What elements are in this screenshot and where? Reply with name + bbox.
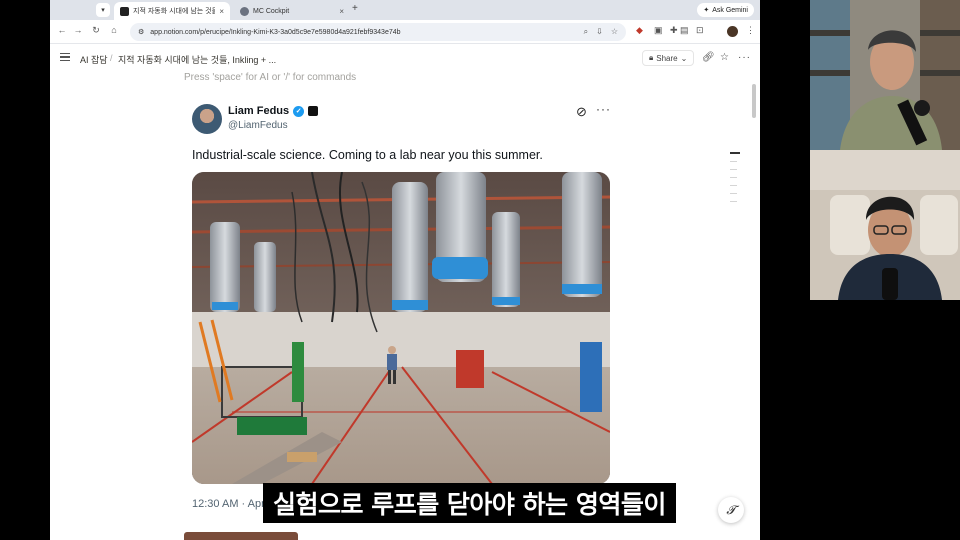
- new-tab-button[interactable]: +: [352, 3, 358, 14]
- author-avatar[interactable]: [192, 104, 222, 134]
- chevron-down-icon: ⌄: [680, 53, 688, 63]
- lock-icon: 🔒︎: [649, 53, 654, 62]
- globe-icon: [240, 6, 249, 16]
- profile-avatar[interactable]: [727, 26, 738, 37]
- tab-bar: ▾ 지적 자동화 시대에 남는 것들, Ink × MC Cockpit × +…: [50, 0, 760, 20]
- browser-window: ▾ 지적 자동화 시대에 남는 것들, Ink × MC Cockpit × +…: [50, 0, 760, 540]
- next-block-thumbnail: [184, 532, 298, 540]
- downloads-icon[interactable]: ⊡: [696, 25, 704, 36]
- speaker-2-video: [810, 150, 960, 300]
- grok-icon[interactable]: ⊘: [576, 104, 587, 120]
- share-label: Share: [656, 53, 678, 63]
- notion-icon: [120, 6, 129, 16]
- webcam-speaker-1: [810, 0, 960, 150]
- extension-icon[interactable]: ◆: [636, 25, 643, 36]
- tab-title: 지적 자동화 시대에 남는 것들, Ink: [133, 8, 216, 15]
- editor-placeholder[interactable]: Press 'space' for AI or '/' for commands: [184, 72, 356, 83]
- install-icon[interactable]: ⇩: [596, 27, 603, 37]
- lab-photo-illustration: [192, 172, 610, 484]
- video-subtitle: 실험으로 루프를 닫아야 하는 영역들이: [263, 483, 676, 523]
- link-icon[interactable]: 🔗︎: [702, 52, 715, 63]
- table-of-contents-outline[interactable]: [730, 152, 740, 209]
- webcam-speaker-2: [810, 150, 960, 300]
- address-bar[interactable]: ⚙ app.notion.com/p/erucipe/Inkling-Kimi-…: [130, 23, 626, 41]
- forward-icon[interactable]: →: [72, 25, 84, 35]
- tweet-photo[interactable]: [192, 172, 610, 484]
- tab-mc-cockpit[interactable]: MC Cockpit ×: [234, 2, 350, 20]
- breadcrumb-separator: /: [110, 53, 113, 63]
- bookmark-star-icon[interactable]: ☆: [611, 27, 618, 37]
- notion-ai-icon[interactable]: 𝓣: [718, 497, 744, 523]
- tab-notion-page[interactable]: 지적 자동화 시대에 남는 것들, Ink ×: [114, 2, 230, 20]
- share-button[interactable]: 🔒︎ Share ⌄: [642, 50, 695, 66]
- video-frame: ▾ 지적 자동화 시대에 남는 것들, Ink × MC Cockpit × +…: [0, 0, 960, 540]
- site-info-icon[interactable]: ⚙: [138, 28, 144, 36]
- speaker-1-video: [810, 0, 960, 150]
- embedded-tweet[interactable]: Liam Fedus ✓ @LiamFedus ⊘ ··· Industrial…: [186, 96, 616, 540]
- tweet-timestamp[interactable]: 12:30 AM · Apr: [192, 498, 265, 510]
- sparkle-icon: ✦: [703, 7, 710, 14]
- sidepanel-icon[interactable]: ▤: [680, 25, 689, 36]
- puzzle-icon[interactable]: ✚: [670, 25, 678, 36]
- author-name[interactable]: Liam Fedus: [228, 105, 289, 117]
- favorite-star-icon[interactable]: ☆: [720, 52, 729, 63]
- ask-gemini-label: Ask Gemini: [712, 6, 748, 14]
- verified-badge-icon: ✓: [293, 105, 305, 117]
- tab-title: MC Cockpit: [253, 7, 290, 15]
- close-tab-icon[interactable]: ×: [219, 7, 224, 16]
- scrollbar-thumb[interactable]: [752, 84, 756, 118]
- breadcrumb-item[interactable]: 지적 자동화 시대에 남는 것들, Inkling + ...: [118, 53, 276, 66]
- tweet-text: Industrial-scale science. Coming to a la…: [192, 148, 543, 162]
- extension-icon[interactable]: ▣: [654, 25, 663, 36]
- more-options-icon[interactable]: ···: [738, 52, 751, 63]
- notion-topbar: AI 잡담 / 지적 자동화 시대에 남는 것들, Inkling + ... …: [50, 44, 760, 72]
- menu-kebab-icon[interactable]: ⋮: [746, 25, 755, 36]
- address-row: ← → ↻ ⌂ ⚙ app.notion.com/p/erucipe/Inkli…: [50, 20, 760, 44]
- url-text: app.notion.com/p/erucipe/Inkling-Kimi-K3…: [150, 28, 401, 36]
- breadcrumb-item[interactable]: AI 잡담: [80, 53, 108, 66]
- hamburger-menu-icon[interactable]: [60, 53, 70, 61]
- reload-icon[interactable]: ↻: [90, 25, 102, 36]
- author-handle[interactable]: @LiamFedus: [228, 120, 288, 131]
- organization-badge-icon: [308, 106, 319, 116]
- zoom-icon[interactable]: ⌕: [584, 27, 588, 37]
- back-icon[interactable]: ←: [56, 25, 68, 35]
- tab-search-button[interactable]: ▾: [96, 3, 110, 17]
- author-name-row: Liam Fedus ✓: [228, 105, 319, 117]
- ask-gemini-button[interactable]: ✦ Ask Gemini: [697, 3, 754, 17]
- home-icon[interactable]: ⌂: [108, 25, 120, 35]
- tweet-more-icon[interactable]: ···: [596, 102, 611, 116]
- close-tab-icon[interactable]: ×: [339, 7, 344, 16]
